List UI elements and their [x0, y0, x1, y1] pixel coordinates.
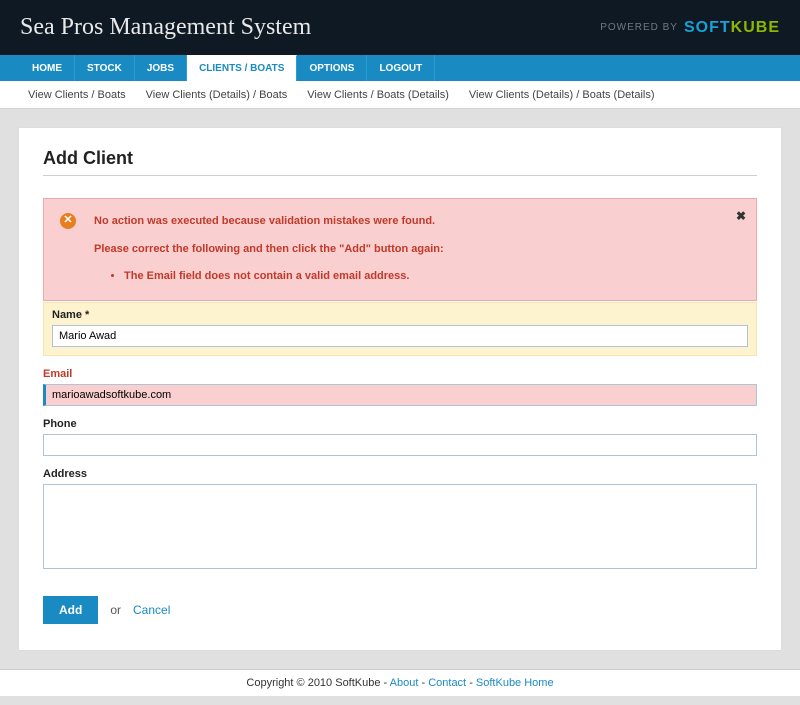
footer-copyright: Copyright © 2010 SoftKube -: [246, 677, 389, 689]
logo-soft: SOFT: [684, 19, 731, 37]
alert-line-1: No action was executed because validatio…: [94, 213, 740, 231]
softkube-logo[interactable]: SOFTKUBE: [684, 19, 780, 37]
phone-label: Phone: [43, 418, 757, 430]
subnav-item-3[interactable]: View Clients / Boats (Details): [307, 89, 449, 101]
page-title: Add Client: [43, 148, 757, 176]
form-card: Add Client ✕ ✖ No action was executed be…: [18, 127, 782, 651]
or-text: or: [110, 603, 121, 617]
phone-input[interactable]: [43, 434, 757, 456]
form-actions: Add or Cancel: [43, 596, 757, 624]
nav-jobs[interactable]: JOBS: [135, 55, 187, 81]
email-label: Email: [43, 368, 757, 380]
cancel-link[interactable]: Cancel: [133, 603, 170, 617]
footer-contact-link[interactable]: Contact: [428, 677, 466, 689]
sub-nav: View Clients / Boats View Clients (Detai…: [0, 81, 800, 109]
nav-stock[interactable]: STOCK: [75, 55, 135, 81]
nav-clients-boats[interactable]: CLIENTS / BOATS: [187, 55, 297, 81]
content-wrap: Add Client ✕ ✖ No action was executed be…: [0, 109, 800, 669]
field-name: Name *: [43, 302, 757, 356]
footer-sep-2: -: [469, 677, 476, 689]
alert-close-button[interactable]: ✖: [736, 207, 746, 226]
alert-error-item: The Email field does not contain a valid…: [124, 268, 740, 286]
subnav-item-4[interactable]: View Clients (Details) / Boats (Details): [469, 89, 655, 101]
email-input[interactable]: [43, 384, 757, 406]
name-input[interactable]: [52, 325, 748, 347]
logo-kube: KUBE: [731, 19, 780, 37]
footer-home-link[interactable]: SoftKube Home: [476, 677, 554, 689]
address-label: Address: [43, 468, 757, 480]
field-phone: Phone: [43, 418, 757, 456]
app-title: Sea Pros Management System: [20, 14, 311, 41]
subnav-item-2[interactable]: View Clients (Details) / Boats: [146, 89, 288, 101]
subnav-item-1[interactable]: View Clients / Boats: [28, 89, 126, 101]
footer-about-link[interactable]: About: [390, 677, 419, 689]
error-icon: ✕: [60, 213, 76, 229]
field-address: Address: [43, 468, 757, 572]
field-email: Email: [43, 368, 757, 406]
nav-home[interactable]: HOME: [20, 55, 75, 81]
validation-alert: ✕ ✖ No action was executed because valid…: [43, 198, 757, 301]
alert-line-2: Please correct the following and then cl…: [94, 241, 740, 259]
name-label: Name *: [52, 309, 748, 321]
app-header: Sea Pros Management System POWERED BY SO…: [0, 0, 800, 55]
powered-by: POWERED BY SOFTKUBE: [600, 19, 780, 37]
address-input[interactable]: [43, 484, 757, 569]
add-button[interactable]: Add: [43, 596, 98, 624]
footer: Copyright © 2010 SoftKube - About - Cont…: [0, 669, 800, 696]
main-nav: HOME STOCK JOBS CLIENTS / BOATS OPTIONS …: [0, 55, 800, 81]
nav-logout[interactable]: LOGOUT: [367, 55, 435, 81]
powered-by-label: POWERED BY: [600, 22, 678, 33]
nav-options[interactable]: OPTIONS: [297, 55, 367, 81]
